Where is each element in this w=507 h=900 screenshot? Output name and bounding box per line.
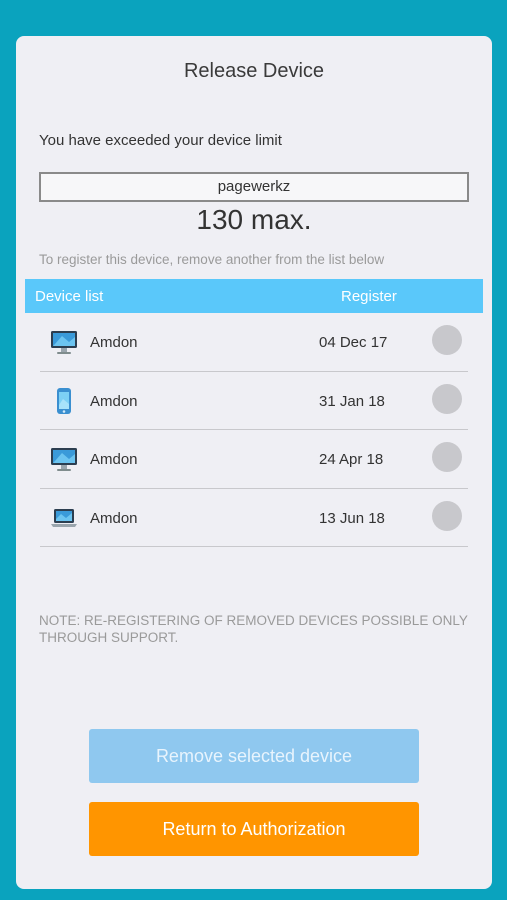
dialog-title: Release Device (183, 60, 325, 82)
account-name-field: pagewerkz (39, 172, 469, 202)
release-device-dialog: Release Device You have exceeded your de… (16, 36, 492, 889)
device-row[interactable]: Amdon 04 Dec 17 (40, 313, 468, 372)
device-name: Amdon (90, 509, 138, 527)
header-register: Register (341, 288, 397, 305)
device-name: Amdon (90, 392, 138, 410)
header-device-list: Device list (35, 288, 104, 305)
phone-icon (57, 387, 71, 414)
device-register-date: 13 Jun 18 (319, 509, 385, 527)
return-to-authorization-button[interactable]: Return to Authorization (89, 802, 419, 856)
device-name: Amdon (90, 334, 138, 351)
device-list: Amdon 04 Dec 17 Amdon 31 Jan 18 Amdon 24… (40, 313, 468, 547)
desktop-icon (51, 331, 77, 354)
device-register-date: 04 Dec 17 (319, 334, 388, 351)
device-row[interactable]: Amdon 24 Apr 18 (40, 430, 468, 489)
limit-exceeded-text: You have exceeded your device limit (39, 132, 282, 149)
register-hint-text: To register this device, remove another … (39, 252, 385, 267)
device-register-date: 31 Jan 18 (319, 392, 385, 410)
device-row[interactable]: Amdon 31 Jan 18 (40, 372, 468, 430)
device-max-count: 130 max. (196, 204, 312, 235)
device-name: Amdon (90, 451, 138, 468)
desktop-icon (51, 448, 77, 471)
remove-selected-device-button[interactable]: Remove selected device (89, 729, 419, 783)
device-select-radio[interactable] (432, 325, 462, 355)
support-note: NOTE: RE-REGISTERING OF REMOVED DEVICES … (39, 613, 468, 645)
laptop-icon (51, 508, 77, 527)
device-list-header: Device list Register (25, 279, 483, 313)
device-row[interactable]: Amdon 13 Jun 18 (40, 489, 468, 547)
device-select-radio[interactable] (432, 442, 462, 472)
device-register-date: 24 Apr 18 (319, 451, 384, 468)
device-select-radio[interactable] (432, 500, 462, 531)
device-select-radio[interactable] (432, 383, 462, 414)
